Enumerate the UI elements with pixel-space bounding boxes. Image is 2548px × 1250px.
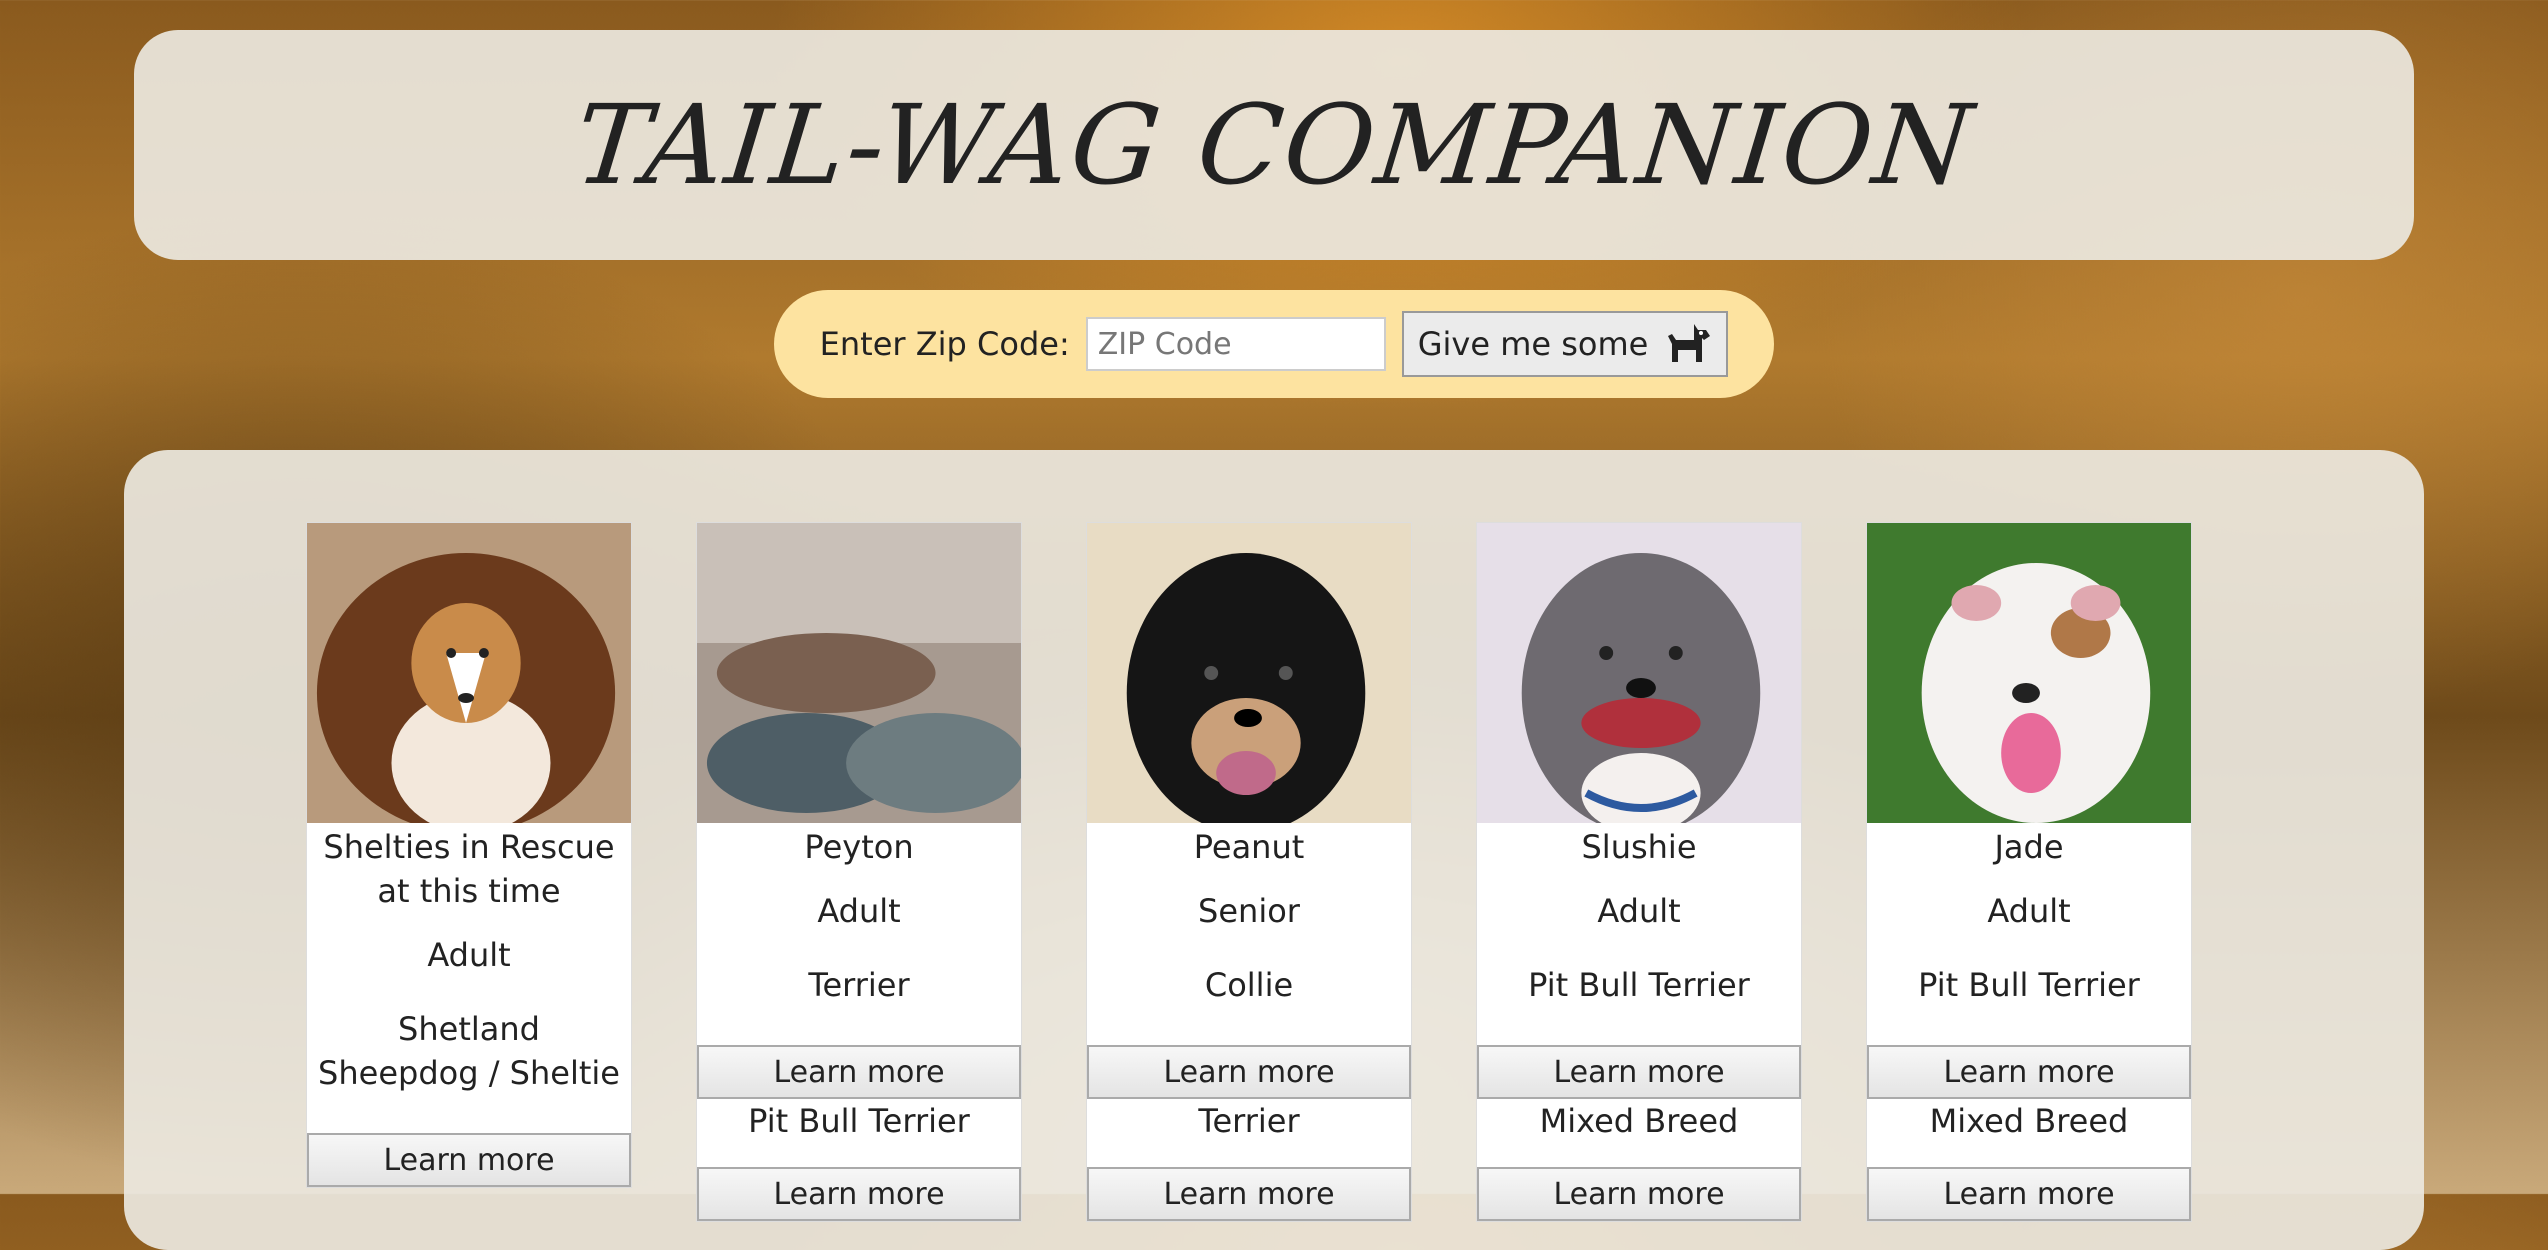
pet-photo [1087,523,1411,823]
zip-label: Enter Zip Code: [819,325,1070,363]
pet-photo [1477,523,1801,823]
pet-photo [1867,523,2191,823]
pet-breed: Shetland Sheepdog / Sheltie [318,1010,620,1092]
pet-name: Peanut [1193,828,1305,866]
zip-search-bar: Enter Zip Code: Give me some [774,290,1774,398]
zip-input[interactable] [1085,317,1386,371]
pet-age: Senior [1198,892,1300,930]
header-banner: TAIL-WAG COMPANION [134,30,2414,260]
learn-more-button[interactable]: Learn more [1867,1045,2191,1099]
learn-more-button[interactable]: Learn more [1867,1167,2191,1221]
pet-breed: Terrier [1198,1102,1300,1140]
pet-card: Peanut Senior Collie Learn more Terrier … [1086,522,1412,1222]
pet-age: Adult [817,892,901,930]
pet-photo [697,523,1021,823]
learn-more-button[interactable]: Learn more [697,1167,1021,1221]
site-title: TAIL-WAG COMPANION [568,81,1980,209]
pet-breed: Mixed Breed [1929,1102,2129,1140]
give-me-some-label: Give me some [1417,325,1649,363]
pet-name: Peyton [804,828,914,866]
pet-breed: Pit Bull Terrier [1918,966,2140,1004]
pet-card: Jade Adult Pit Bull Terrier Learn more M… [1866,522,2192,1222]
dog-icon [1668,324,1711,362]
pet-age: Adult [1597,892,1681,930]
pet-card: Slushie Adult Pit Bull Terrier Learn mor… [1476,522,1802,1222]
learn-more-button[interactable]: Learn more [1477,1167,1801,1221]
learn-more-button[interactable]: Learn more [697,1045,1021,1099]
pet-name: Jade [1994,828,2064,866]
pet-breed: Pit Bull Terrier [748,1102,970,1140]
pet-age: Adult [427,936,511,974]
learn-more-button[interactable]: Learn more [307,1133,631,1187]
pet-breed: Collie [1204,966,1294,1004]
learn-more-button[interactable]: Learn more [1087,1045,1411,1099]
learn-more-button[interactable]: Learn more [1087,1167,1411,1221]
pet-card: Shelties in Rescue at this time Adult Sh… [306,522,632,1188]
pet-breed: Pit Bull Terrier [1528,966,1750,1004]
give-me-some-button[interactable]: Give me some [1401,311,1729,377]
pet-photo [307,523,631,823]
pet-name: Slushie [1581,828,1697,866]
pet-breed: Terrier [808,966,910,1004]
pet-name: Shelties in Rescue at this time [323,828,615,910]
pet-breed: Mixed Breed [1539,1102,1739,1140]
learn-more-button[interactable]: Learn more [1477,1045,1801,1099]
pet-card: Peyton Adult Terrier Learn more Pit Bull… [696,522,1022,1222]
pet-age: Adult [1987,892,2071,930]
